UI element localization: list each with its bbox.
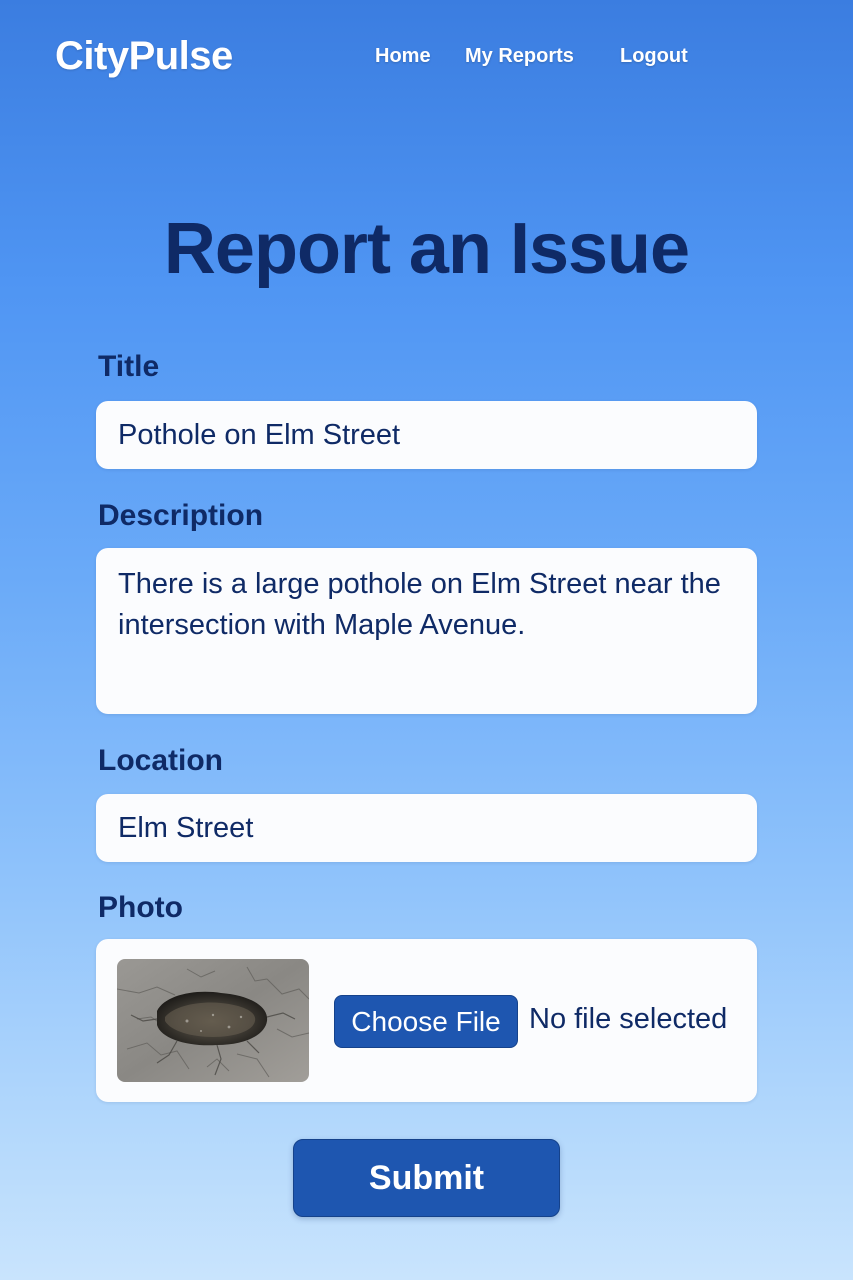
description-textarea[interactable]: There is a large pothole on Elm Street n…: [96, 548, 757, 714]
pothole-photo: [117, 959, 309, 1082]
title-label: Title: [98, 350, 160, 383]
description-label: Description: [98, 499, 264, 532]
choose-file-button[interactable]: Choose File: [334, 995, 518, 1048]
top-nav: Home My Reports Logout: [0, 45, 853, 75]
file-status-text: No file selected: [529, 1003, 728, 1035]
photo-label: Photo: [98, 891, 183, 924]
title-input[interactable]: [96, 401, 757, 469]
nav-link-home[interactable]: Home: [375, 45, 431, 68]
nav-link-my-reports[interactable]: My Reports: [465, 45, 574, 68]
photo-upload-field: Choose File No file selected: [96, 939, 757, 1102]
nav-link-logout[interactable]: Logout: [620, 45, 688, 68]
page-title: Report an Issue: [163, 209, 690, 289]
photo-preview: [117, 959, 309, 1082]
location-label: Location: [98, 744, 223, 777]
location-input[interactable]: [96, 794, 757, 862]
submit-button[interactable]: Submit: [293, 1139, 560, 1217]
